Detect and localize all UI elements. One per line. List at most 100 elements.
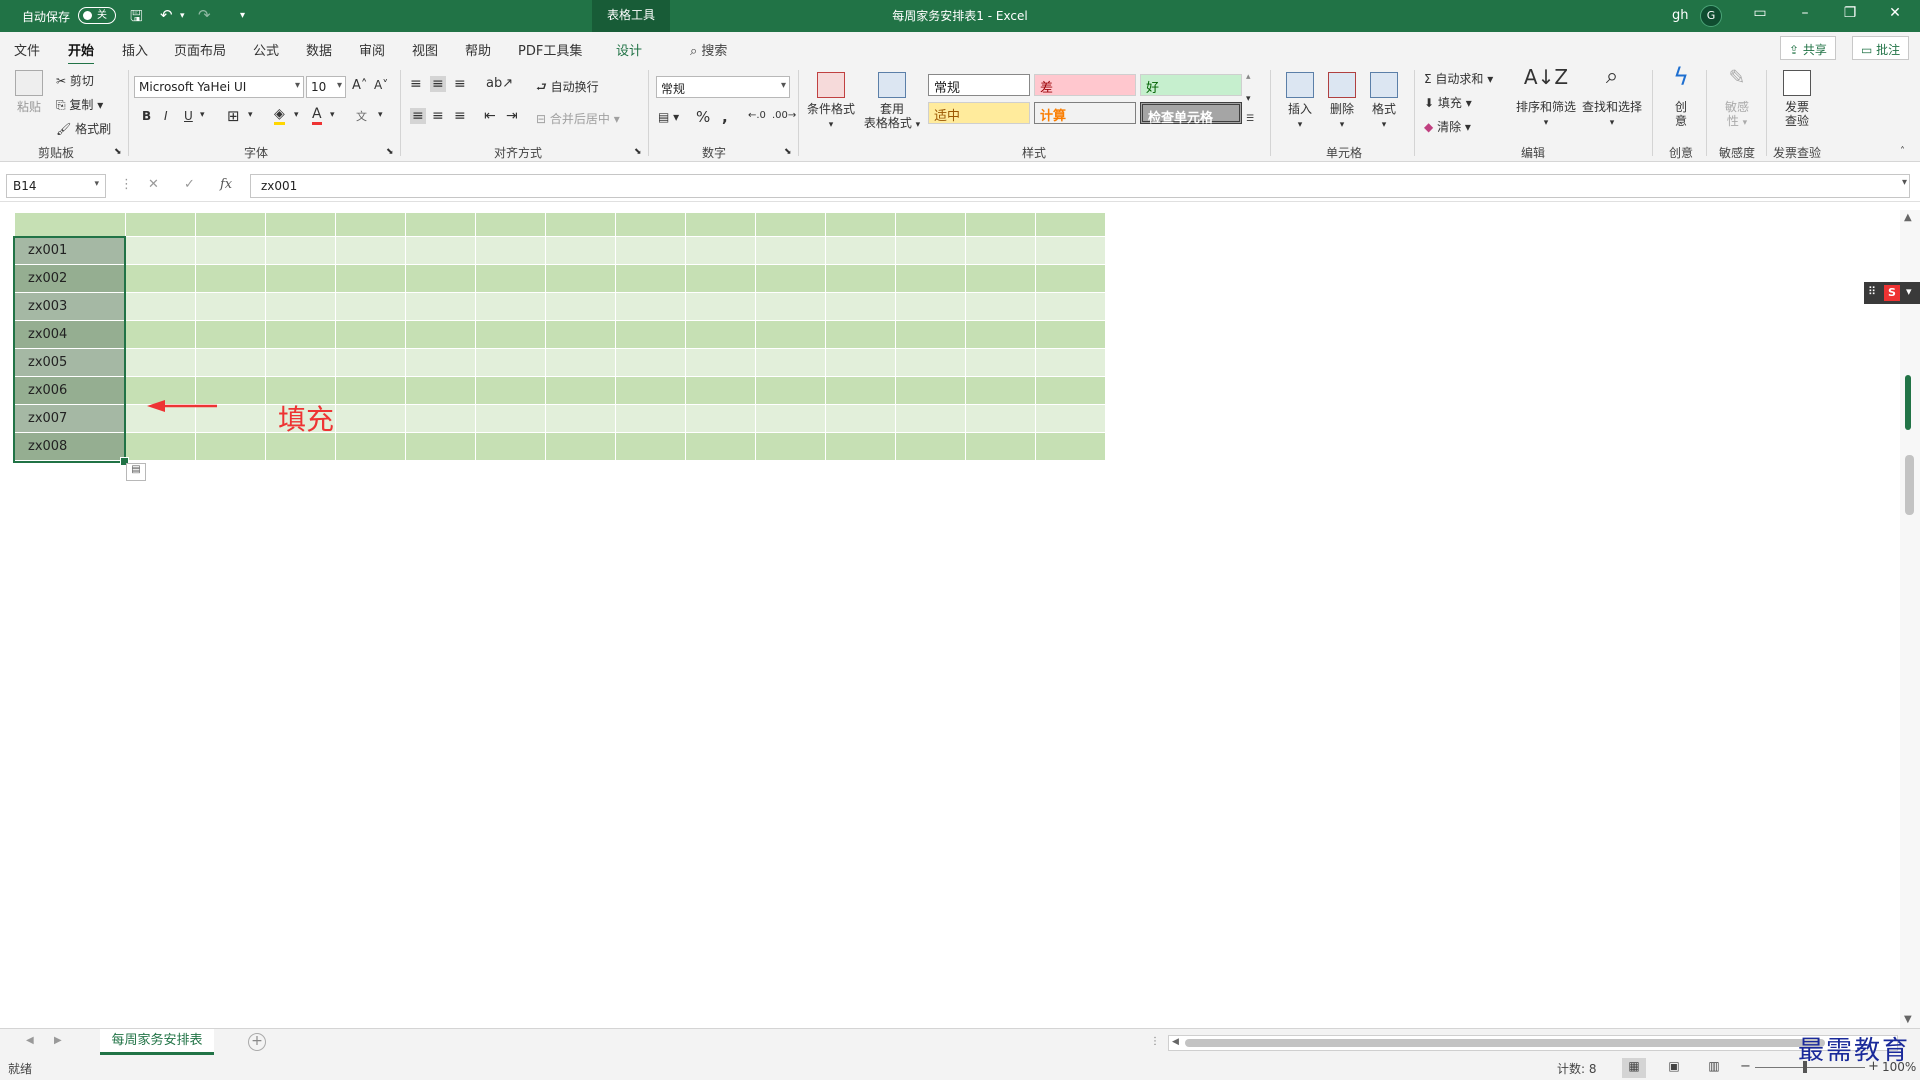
cell[interactable] (965, 320, 1036, 349)
fill-button[interactable]: ⬇ 填充 ▾ (1424, 94, 1472, 111)
cell[interactable] (825, 404, 896, 433)
cell[interactable] (685, 292, 756, 321)
align-bottom-icon[interactable]: ≡ (454, 76, 466, 92)
cell[interactable] (125, 292, 196, 321)
cell[interactable] (755, 320, 826, 349)
cell[interactable] (195, 292, 266, 321)
scroll-thumb[interactable] (1905, 455, 1914, 515)
cell[interactable] (335, 404, 406, 433)
cell[interactable] (405, 376, 476, 405)
cell[interactable] (755, 236, 826, 265)
cell[interactable] (755, 432, 826, 461)
cell[interactable] (895, 292, 966, 321)
cell[interactable] (825, 432, 896, 461)
format-as-table-button[interactable]: 套用 表格格式 ▾ (860, 72, 924, 132)
more-options-icon[interactable]: ⋮ (120, 177, 133, 192)
font-name-select[interactable]: Microsoft YaHei UI ▾ (134, 76, 304, 98)
cell[interactable] (615, 212, 686, 237)
cancel-icon[interactable]: ✕ (148, 177, 159, 192)
format-cells-button[interactable]: 格式 ▾ (1364, 72, 1404, 132)
cell[interactable] (405, 404, 476, 433)
wrap-text-button[interactable]: ⮐ 自动换行 (536, 78, 599, 99)
cell[interactable] (1035, 376, 1106, 405)
cell[interactable] (615, 236, 686, 265)
cell[interactable] (895, 432, 966, 461)
cell[interactable] (265, 236, 336, 265)
style-neutral[interactable]: 适中 (928, 102, 1030, 124)
cell[interactable] (825, 292, 896, 321)
decrease-indent-icon[interactable]: ⇤ (484, 108, 496, 124)
cell[interactable] (1035, 320, 1106, 349)
zoom-out-icon[interactable]: − (1740, 1059, 1751, 1074)
comma-style-icon[interactable]: , (722, 108, 728, 126)
align-middle-icon[interactable]: ≡ (430, 76, 446, 92)
delete-cells-button[interactable]: 删除 ▾ (1322, 72, 1362, 132)
cell[interactable] (545, 404, 616, 433)
worksheet[interactable]: zx001 zx002 zx003 zx004 zx005 zx006 zx00… (0, 210, 1900, 1028)
borders-icon[interactable]: ⊞ (227, 107, 240, 125)
ribbon-display-icon[interactable]: ▭ (1740, 5, 1780, 21)
autosave-toggle[interactable]: 关 (78, 7, 116, 24)
cell[interactable] (965, 432, 1036, 461)
cell[interactable] (685, 264, 756, 293)
font-color-icon[interactable]: A (312, 106, 322, 125)
cell[interactable] (335, 236, 406, 265)
cell[interactable] (545, 264, 616, 293)
cell[interactable] (1035, 348, 1106, 377)
cell[interactable] (125, 212, 196, 237)
font-size-select[interactable]: 10 ▾ (306, 76, 346, 98)
cell[interactable] (335, 320, 406, 349)
cell[interactable] (545, 348, 616, 377)
increase-decimal-icon[interactable]: ←.0 (748, 110, 766, 121)
cell[interactable] (685, 404, 756, 433)
tab-data[interactable]: 数据 (306, 40, 332, 59)
input-method-toolbar[interactable]: ⠿ S ▾ (1864, 282, 1920, 304)
cell[interactable] (965, 348, 1036, 377)
share-button[interactable]: ⇪ 共享 (1780, 36, 1836, 60)
align-top-icon[interactable]: ≡ (410, 76, 422, 92)
cell[interactable] (895, 236, 966, 265)
cell[interactable] (965, 236, 1036, 265)
bold-button[interactable]: B (142, 109, 151, 123)
cell[interactable] (1035, 292, 1106, 321)
formula-input[interactable]: zx001 (250, 174, 1910, 198)
cell[interactable] (195, 348, 266, 377)
style-calculation[interactable]: 计算 (1034, 102, 1136, 124)
cell[interactable]: zx008 (14, 432, 126, 461)
cell[interactable] (545, 320, 616, 349)
cell[interactable] (965, 264, 1036, 293)
conditional-format-button[interactable]: 条件格式 ▾ (804, 72, 858, 132)
align-left-icon[interactable]: ≡ (410, 108, 426, 124)
chevron-down-icon[interactable]: ▾ (1906, 285, 1912, 298)
styles-more-icon[interactable]: ☰ (1246, 114, 1254, 124)
cell[interactable] (335, 432, 406, 461)
next-sheet-icon[interactable]: ▶ (54, 1035, 62, 1046)
cell[interactable] (755, 404, 826, 433)
collapse-ribbon-icon[interactable]: ˄ (1900, 146, 1905, 157)
decrease-font-button[interactable]: A˅ (374, 78, 388, 92)
cell[interactable] (405, 212, 476, 237)
cell[interactable]: zx003 (14, 292, 126, 321)
cell[interactable] (825, 348, 896, 377)
cell[interactable] (335, 212, 406, 237)
merge-center-button[interactable]: ⊟ 合并后居中 ▾ (536, 110, 620, 127)
font-color-dropdown-icon[interactable]: ▾ (330, 110, 335, 120)
cell[interactable] (825, 236, 896, 265)
cell[interactable] (615, 348, 686, 377)
cell[interactable] (545, 236, 616, 265)
cell[interactable] (475, 404, 546, 433)
close-icon[interactable]: ✕ (1875, 5, 1915, 21)
minimize-icon[interactable]: – (1785, 5, 1825, 21)
tab-pdf-tools[interactable]: PDF工具集 (518, 40, 582, 59)
style-check-cell[interactable]: 检查单元格 (1140, 102, 1242, 126)
cell[interactable] (405, 264, 476, 293)
data-table[interactable]: zx001 zx002 zx003 zx004 zx005 zx006 zx00… (14, 212, 1106, 461)
cell[interactable] (825, 320, 896, 349)
cell[interactable] (475, 348, 546, 377)
undo-icon[interactable]: ↶ (160, 6, 173, 24)
cell[interactable] (475, 432, 546, 461)
cell[interactable] (895, 320, 966, 349)
format-painter-button[interactable]: 🖌 格式刷 (56, 120, 111, 137)
cell[interactable] (545, 212, 616, 237)
cell[interactable] (895, 376, 966, 405)
